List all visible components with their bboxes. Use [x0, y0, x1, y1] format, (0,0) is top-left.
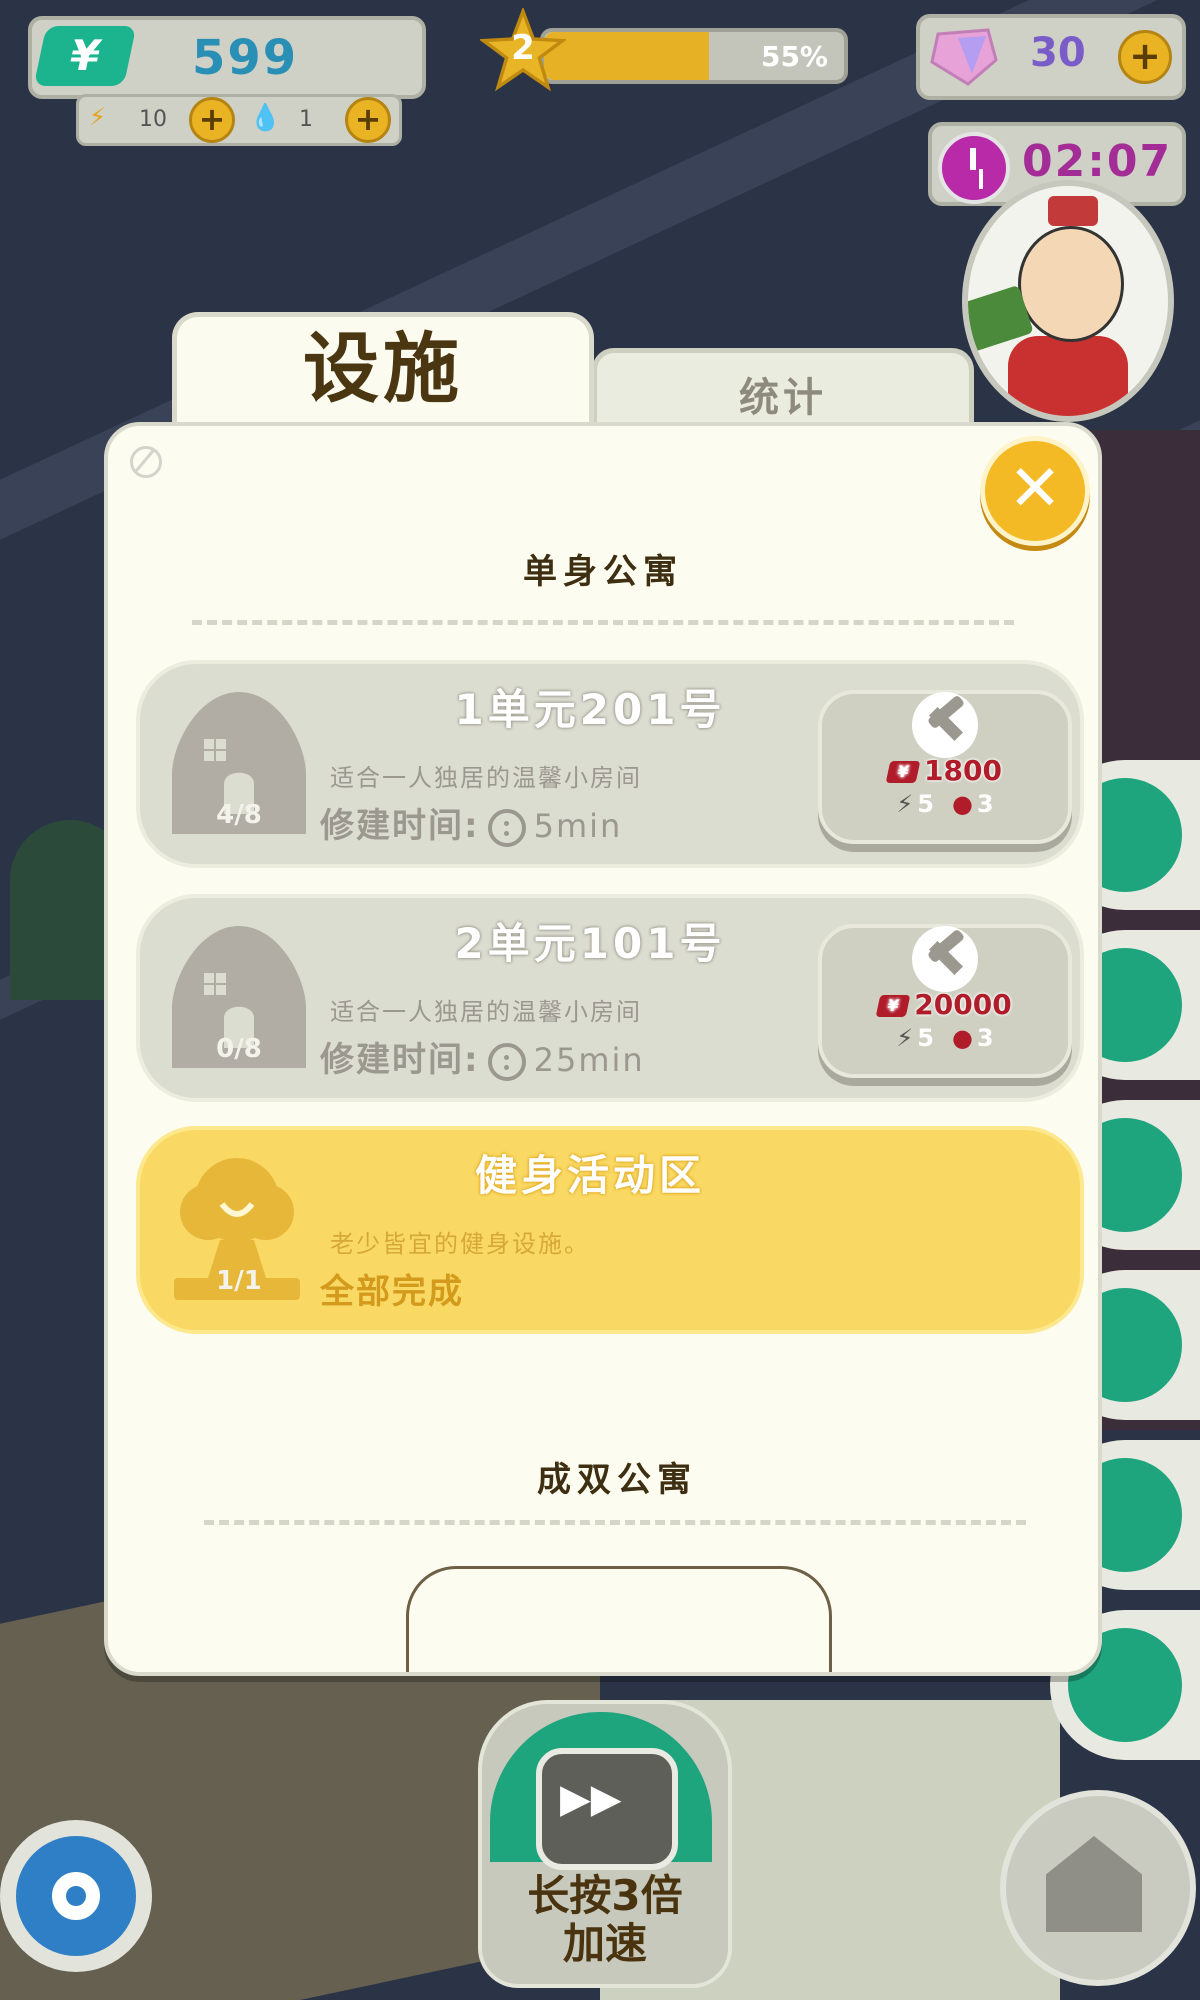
tab-statistics-label: 统计 [739, 375, 827, 421]
money-display: ¥ 599 [28, 16, 426, 99]
disabled-icon [130, 446, 162, 478]
timer-icon [487, 808, 526, 847]
energy-icon: ⚡ [896, 790, 914, 818]
facility-count: 1/1 [216, 1266, 262, 1296]
speed-up-label-line1: 长按3倍 [527, 1871, 683, 1920]
build-time-value: 5min [533, 807, 623, 845]
facilities-panel: 单身公寓 4/8 1单元201号 适合一人独居的温馨小房间 修建时间: 5min … [104, 422, 1102, 1676]
facility-card-2: 0/8 2单元101号 适合一人独居的温馨小房间 修建时间: 25min ¥200… [136, 894, 1084, 1102]
section-title-couple: 成双公寓 [537, 1460, 697, 1500]
water-drop-icon: 💧 [249, 103, 282, 133]
build-time-label: 修建时间: [320, 1040, 480, 1080]
facility-card-partial [406, 1566, 832, 1672]
level-progress: 55% 2 [480, 8, 850, 92]
gem-display: 30 + [916, 14, 1186, 100]
resource-bar: ⚡ 10 + 💧 1 + [76, 94, 402, 146]
energy-icon: ⚡ [896, 1024, 914, 1052]
section-title-single: 单身公寓 [523, 552, 683, 592]
energy-icon: ⚡ [89, 103, 106, 131]
cost-money-value: 1800 [924, 754, 1002, 787]
hammer-icon [912, 692, 978, 758]
cost-money-value: 20000 [914, 988, 1012, 1021]
level-progress-percent: 55% [760, 40, 828, 73]
facility-count: 4/8 [216, 800, 262, 830]
add-water-button[interactable]: + [345, 97, 391, 143]
gear-icon [52, 1872, 100, 1920]
player-level: 2 [511, 28, 535, 68]
tab-facilities-label: 设施 [303, 324, 463, 413]
build-time-label: 修建时间: [320, 806, 480, 846]
speed-up-button[interactable]: 长按3倍 加速 [478, 1700, 732, 1988]
facility-card-1: 4/8 1单元201号 适合一人独居的温馨小房间 修建时间: 5min ¥1800… [136, 660, 1084, 868]
yen-icon: ¥ [885, 761, 921, 783]
cost-water-value: 3 [976, 790, 994, 818]
yen-icon: ¥ [875, 995, 911, 1017]
energy-amount: 10 [139, 107, 167, 132]
hammer-icon [912, 926, 978, 992]
facility-title: 健身活动区 [474, 1151, 705, 1200]
yen-icon: ¥ [33, 26, 137, 86]
build-time: 修建时间: 5min [320, 798, 622, 847]
cost-money: ¥1800 [822, 754, 1068, 787]
speed-up-label: 长按3倍 加速 [482, 1872, 728, 1968]
level-progress-fill [544, 32, 709, 80]
clock-icon [938, 132, 1010, 204]
cost-energy-value: 5 [917, 790, 934, 818]
water-drop-icon: ● [951, 1024, 973, 1052]
cost-money: ¥20000 [822, 988, 1068, 1021]
facility-card-3: 1/1 健身活动区 老少皆宜的健身设施。 全部完成 [136, 1126, 1084, 1334]
level-progress-track: 55% [540, 28, 848, 84]
timer-icon [487, 1042, 526, 1081]
water-amount: 1 [299, 107, 313, 132]
close-icon[interactable]: ✕ [980, 436, 1090, 546]
facility-description: 适合一人独居的温馨小房间 [330, 998, 642, 1026]
cost-resources: ⚡ 5 ● 3 [822, 1024, 1068, 1052]
build-time-value: 25min [533, 1041, 645, 1079]
divider [204, 1520, 1026, 1525]
cost-water-value: 3 [976, 1024, 994, 1052]
build-home-button[interactable] [1000, 1790, 1196, 1986]
house-wrench-icon [1046, 1836, 1142, 1932]
cost-energy-value: 5 [917, 1024, 934, 1052]
water-drop-icon: ● [951, 790, 973, 818]
divider [192, 620, 1014, 625]
facility-count: 0/8 [216, 1034, 262, 1064]
add-gems-button[interactable]: + [1118, 30, 1172, 84]
gem-amount: 30 [1030, 30, 1086, 76]
facility-description: 老少皆宜的健身设施。 [330, 1230, 590, 1258]
money-amount: 599 [192, 30, 299, 86]
advisor-character[interactable] [962, 180, 1174, 422]
timer-value: 02:07 [1022, 136, 1173, 187]
facility-description: 适合一人独居的温馨小房间 [330, 764, 642, 792]
build-button[interactable]: ¥1800 ⚡ 5 ● 3 [818, 690, 1072, 844]
gem-icon [930, 28, 998, 86]
build-button[interactable]: ¥20000 ⚡ 5 ● 3 [818, 924, 1072, 1078]
facility-status: 全部完成 [320, 1272, 464, 1312]
speed-up-label-line2: 加速 [562, 1919, 647, 1968]
add-energy-button[interactable]: + [189, 97, 235, 143]
cost-resources: ⚡ 5 ● 3 [822, 790, 1068, 818]
tv-fast-forward-icon [536, 1748, 678, 1870]
settings-button[interactable] [0, 1820, 152, 1972]
build-time: 修建时间: 25min [320, 1032, 645, 1081]
